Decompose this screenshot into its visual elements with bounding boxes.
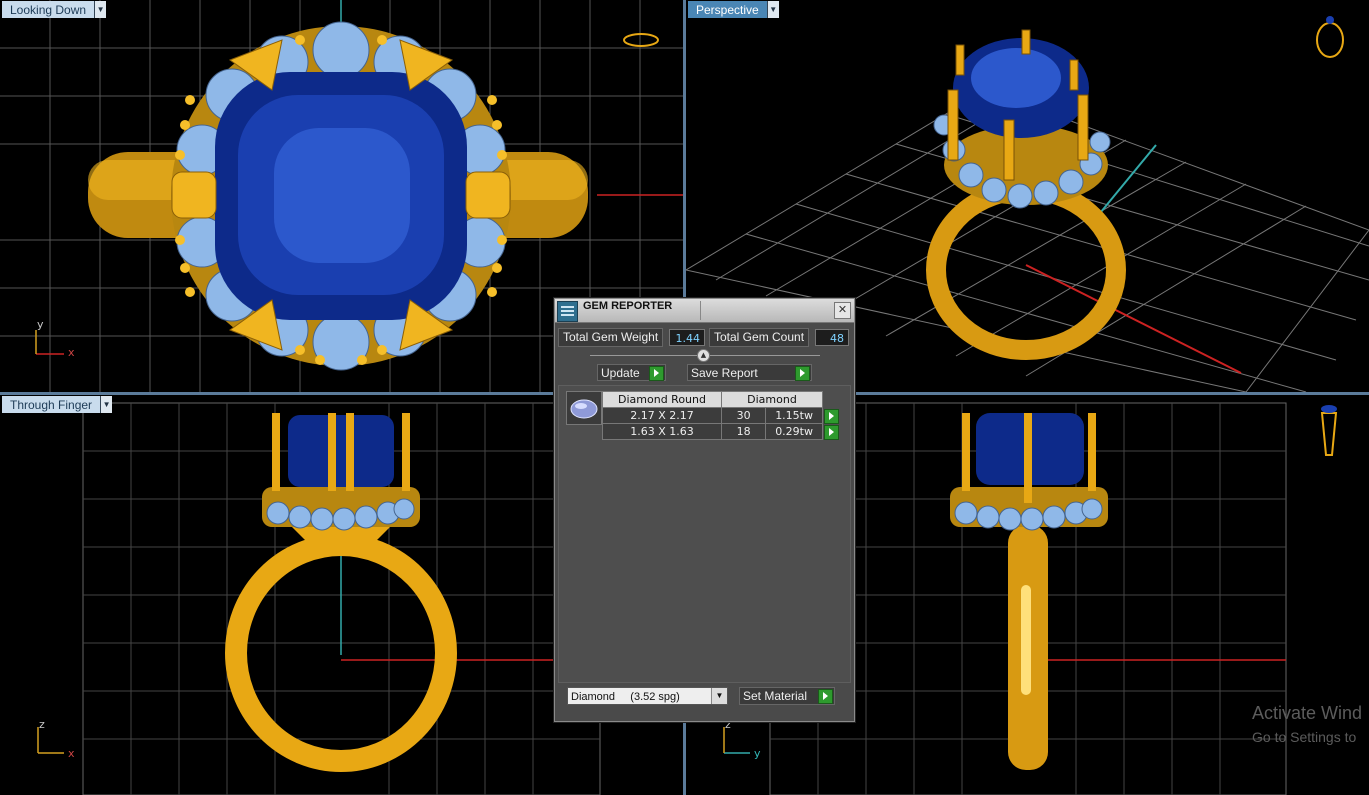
total-gem-count-value: 48: [815, 329, 849, 346]
viewport-label-perspective[interactable]: Perspective ▼: [688, 1, 779, 18]
gem-table-header-shape: Diamond Round: [602, 391, 722, 408]
total-gem-weight-value: 1.44: [669, 329, 705, 346]
set-material-button-label: Set Material: [743, 689, 808, 703]
gem-reporter-dialog[interactable]: GEM REPORTER ✕ Total Gem Weight 1.44 Tot…: [554, 298, 855, 722]
gem-size-cell: 2.17 X 2.17: [602, 407, 722, 424]
axis-y-label: y: [754, 747, 761, 760]
chevron-down-icon[interactable]: ▼: [94, 1, 107, 18]
gem-weight-cell: 1.15tw: [765, 407, 823, 424]
play-arrow-icon[interactable]: [824, 424, 839, 440]
viewport-label-text: Perspective: [688, 1, 767, 18]
total-gem-weight-label: Total Gem Weight: [558, 328, 664, 347]
axis-x-label: x: [68, 346, 75, 359]
gem-count-cell: 30: [720, 407, 767, 424]
table-row[interactable]: 1.63 X 1.63 18 0.29tw: [602, 423, 840, 440]
viewport-label-looking-down[interactable]: Looking Down ▼: [2, 1, 107, 18]
axis-y-label: y: [37, 318, 44, 331]
view-orientation-icon[interactable]: [623, 33, 659, 47]
save-report-button-label: Save Report: [691, 366, 758, 380]
activation-watermark-subtitle: Go to Settings to: [1252, 729, 1357, 745]
viewport-label-text: Through Finger: [2, 396, 101, 413]
save-report-button[interactable]: Save Report: [687, 364, 812, 381]
set-material-button[interactable]: Set Material: [739, 687, 835, 705]
ring-orientation-icon[interactable]: [1316, 22, 1344, 58]
update-button-label: Update: [601, 366, 640, 380]
viewport-label-through-finger[interactable]: Through Finger ▼: [2, 396, 113, 413]
gem-type-thumbnail[interactable]: [566, 391, 602, 425]
update-button[interactable]: Update: [597, 364, 666, 381]
activation-watermark-title: Activate Wind: [1252, 703, 1363, 723]
chevron-down-icon[interactable]: ▼: [100, 396, 113, 413]
center-sapphire-front: [288, 415, 394, 487]
material-select-value: Diamond (3.52 spg): [571, 691, 680, 703]
dialog-title: GEM REPORTER: [583, 300, 673, 312]
chevron-down-icon[interactable]: ▼: [711, 688, 727, 704]
gem-count-cell: 18: [720, 423, 767, 440]
axis-x-label: x: [68, 747, 75, 760]
gem-table: Diamond Round Diamond 2.17 X 2.17 30 1.1…: [602, 391, 840, 440]
table-row[interactable]: 2.17 X 2.17 30 1.15tw: [602, 407, 840, 424]
titlebar-separator: [700, 301, 701, 320]
ring-side-orientation-icon[interactable]: [1320, 405, 1338, 456]
play-arrow-icon[interactable]: [649, 366, 664, 381]
viewport-label-text: Looking Down: [2, 1, 95, 18]
total-gem-count-label: Total Gem Count: [709, 328, 810, 347]
gem-reporter-icon: [557, 301, 578, 322]
dialog-titlebar[interactable]: GEM REPORTER ✕: [555, 299, 854, 323]
close-button[interactable]: ✕: [834, 302, 851, 319]
play-arrow-icon[interactable]: [795, 366, 810, 381]
play-arrow-icon[interactable]: [818, 689, 833, 704]
gem-list-panel[interactable]: Diamond Round Diamond 2.17 X 2.17 30 1.1…: [558, 385, 851, 683]
chevron-down-icon[interactable]: ▼: [766, 1, 779, 18]
material-select[interactable]: Diamond (3.52 spg) ▼: [567, 687, 728, 705]
header-spacer: [822, 391, 840, 408]
row-action-button[interactable]: [822, 423, 840, 440]
close-icon: ✕: [837, 303, 848, 316]
play-arrow-icon[interactable]: [824, 408, 839, 424]
collapse-toggle-icon[interactable]: ▲: [697, 349, 710, 362]
gem-table-header-material: Diamond: [721, 391, 823, 408]
gem-size-cell: 1.63 X 1.63: [602, 423, 722, 440]
row-action-button[interactable]: [822, 407, 840, 424]
gem-weight-cell: 0.29tw: [765, 423, 823, 440]
axis-z-label: z: [39, 718, 45, 731]
